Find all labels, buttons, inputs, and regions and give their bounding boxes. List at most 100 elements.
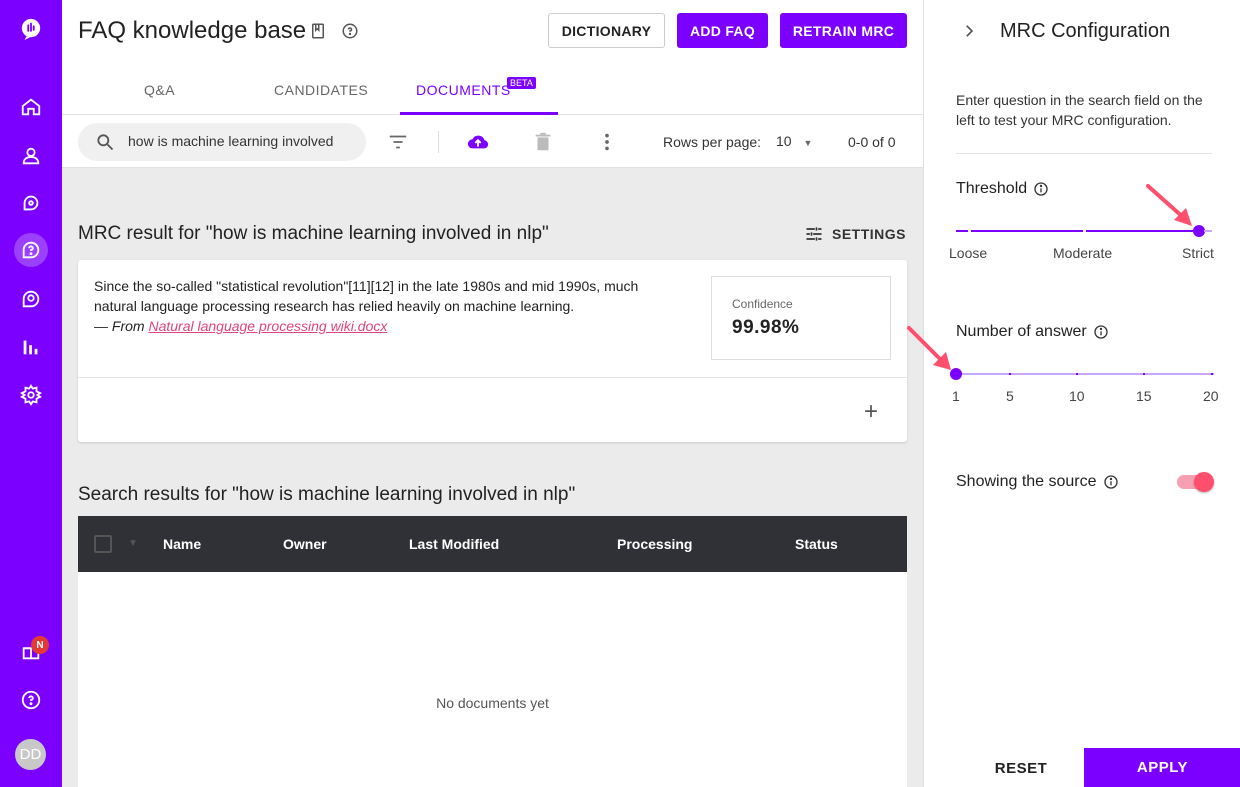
rows-per-page-label: Rows per page: — [663, 134, 762, 150]
cloud-upload-icon[interactable] — [467, 131, 489, 153]
panel-divider — [956, 153, 1212, 154]
user-icon[interactable] — [14, 139, 48, 173]
left-nav-rail: N DD — [0, 0, 62, 787]
confidence-box: Confidence 99.98% — [711, 276, 891, 360]
panel-title: MRC Configuration — [1000, 20, 1171, 42]
toolbar-divider — [438, 131, 439, 153]
annotation-arrow-icon — [907, 326, 951, 370]
card-divider — [78, 377, 907, 378]
search-chat-icon[interactable] — [14, 282, 48, 316]
column-name[interactable]: Name — [163, 536, 201, 552]
delete-icon[interactable] — [532, 131, 554, 153]
column-status[interactable]: Status — [795, 536, 838, 552]
slider-tick — [1076, 373, 1078, 375]
slider-tick — [1009, 373, 1011, 375]
confidence-value: 99.98% — [732, 317, 800, 338]
num-answer-tick-15: 15 — [1136, 388, 1152, 404]
search-box — [78, 123, 366, 161]
search-input[interactable] — [128, 133, 353, 149]
mrc-result-heading: MRC result for "how is machine learning … — [78, 223, 549, 244]
page-title: FAQ knowledge base — [78, 17, 307, 44]
app-logo-icon[interactable] — [14, 12, 48, 46]
show-source-label: Showing the source — [956, 473, 1097, 490]
search-icon — [97, 134, 114, 151]
num-answer-label-row: Number of answer — [956, 323, 1109, 341]
add-icon[interactable]: + — [864, 398, 878, 426]
num-answer-tick-10: 10 — [1069, 388, 1085, 404]
documents-toolbar: Rows per page: 10 ▼ 0-0 of 0 — [62, 115, 923, 168]
settings-icon[interactable] — [14, 378, 48, 412]
source-link[interactable]: Natural language processing wiki.docx — [148, 318, 387, 334]
threshold-option-loose[interactable]: Loose — [949, 245, 987, 261]
column-owner[interactable]: Owner — [283, 536, 327, 552]
dictionary-button[interactable]: DICTIONARY — [548, 13, 665, 48]
num-answer-tick-5: 5 — [1006, 388, 1014, 404]
mrc-answer-text: Since the so-called "statistical revolut… — [94, 276, 684, 336]
beta-badge: BETA — [507, 77, 536, 89]
panel-description: Enter question in the search field on th… — [956, 92, 1203, 128]
tune-icon — [806, 227, 822, 241]
column-processing[interactable]: Processing — [617, 536, 692, 552]
apply-button[interactable]: APPLY — [1084, 748, 1240, 787]
main-content: FAQ knowledge base DICTIONARY ADD FAQ RE… — [62, 0, 923, 787]
num-answer-label: Number of answer — [956, 323, 1087, 340]
toggle-thumb[interactable] — [1194, 472, 1214, 492]
avatar[interactable]: DD — [15, 739, 46, 770]
num-answer-track — [956, 373, 1214, 375]
select-all-checkbox[interactable] — [94, 535, 112, 553]
threshold-track-seg — [1086, 230, 1198, 232]
answer-source: — From Natural language processing wiki.… — [94, 318, 387, 334]
info-icon[interactable] — [1103, 474, 1119, 490]
top-bar: FAQ knowledge base DICTIONARY ADD FAQ RE… — [62, 0, 923, 168]
search-results-heading: Search results for "how is machine learn… — [78, 484, 576, 505]
add-faq-button[interactable]: ADD FAQ — [677, 13, 768, 48]
mrc-config-panel: MRC Configuration Enter question in the … — [923, 0, 1240, 787]
tab-documents[interactable]: DOCUMENTS — [416, 82, 511, 98]
num-answer-tick-20: 20 — [1203, 388, 1219, 404]
help-icon[interactable] — [14, 683, 48, 717]
documents-table: ▼ Name Owner Last Modified Processing St… — [78, 516, 907, 787]
tab-candidates[interactable]: CANDIDATES — [274, 82, 368, 98]
pagination-text: 0-0 of 0 — [848, 134, 896, 150]
book-icon[interactable] — [309, 22, 327, 40]
rows-per-page-value: 10 — [776, 133, 792, 149]
reset-button[interactable]: RESET — [956, 750, 1086, 787]
retrain-mrc-button[interactable]: RETRAIN MRC — [780, 13, 907, 48]
threshold-option-strict[interactable]: Strict — [1182, 245, 1214, 261]
chat-icon[interactable] — [14, 186, 48, 220]
chevron-down-icon: ▼ — [803, 138, 813, 148]
answer-body: Since the so-called "statistical revolut… — [94, 278, 639, 314]
threshold-label: Threshold — [956, 180, 1028, 197]
slider-tick — [1143, 373, 1145, 375]
info-icon[interactable] — [1033, 181, 1049, 197]
chevron-right-icon[interactable] — [960, 22, 978, 40]
slider-tick — [1211, 373, 1213, 375]
help-circle-icon[interactable] — [341, 22, 359, 40]
threshold-track-seg — [971, 230, 1083, 232]
mrc-result-card: Since the so-called "statistical revolut… — [78, 260, 907, 442]
more-vert-icon[interactable] — [596, 131, 618, 153]
notification-badge: N — [31, 636, 49, 654]
show-source-label-row: Showing the source — [956, 473, 1119, 491]
home-icon[interactable] — [14, 90, 48, 124]
num-answer-tick-1: 1 — [952, 388, 960, 404]
filter-icon[interactable] — [387, 131, 409, 153]
analytics-icon[interactable] — [14, 330, 48, 364]
select-menu-caret-icon[interactable]: ▼ — [128, 538, 138, 549]
threshold-track-seg — [956, 230, 968, 232]
settings-label: SETTINGS — [832, 226, 907, 242]
table-header: ▼ Name Owner Last Modified Processing St… — [78, 516, 907, 572]
tab-bar: Q&A CANDIDATES DOCUMENTS BETA — [62, 72, 923, 115]
from-prefix: — From — [94, 318, 149, 334]
threshold-option-moderate[interactable]: Moderate — [1053, 245, 1112, 261]
confidence-label: Confidence — [732, 297, 793, 311]
tab-qa[interactable]: Q&A — [144, 82, 175, 98]
settings-button[interactable]: SETTINGS — [804, 224, 906, 244]
threshold-label-row: Threshold — [956, 180, 1049, 198]
info-icon[interactable] — [1093, 324, 1109, 340]
empty-state-text: No documents yet — [436, 695, 549, 711]
threshold-track-end — [1204, 230, 1212, 232]
column-last-modified[interactable]: Last Modified — [409, 536, 499, 552]
rows-per-page-select[interactable]: 10 ▼ — [776, 133, 812, 149]
faq-icon[interactable] — [14, 233, 48, 267]
